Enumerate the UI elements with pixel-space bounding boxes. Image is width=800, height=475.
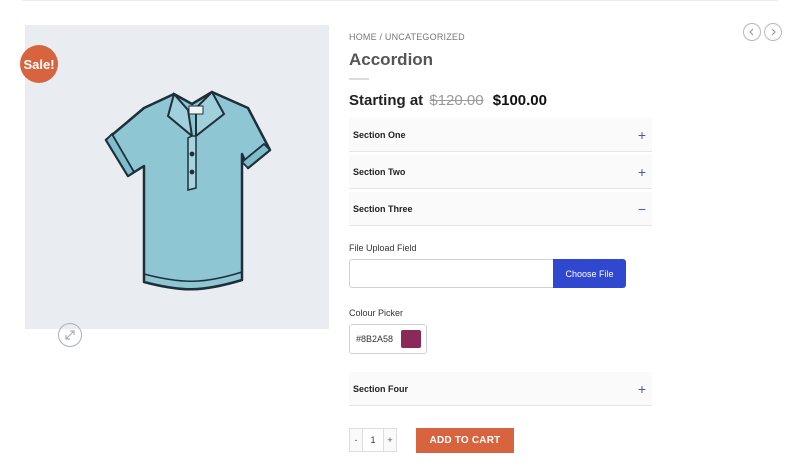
- quantity-stepper[interactable]: - 1 +: [349, 428, 397, 452]
- accordion-section-one[interactable]: Section One +: [349, 118, 652, 152]
- plus-icon: +: [637, 380, 646, 397]
- colour-picker[interactable]: #8B2A58: [349, 324, 427, 354]
- quantity-input[interactable]: 1: [362, 429, 384, 451]
- minus-icon: −: [637, 200, 646, 217]
- choose-file-button[interactable]: Choose File: [553, 259, 626, 288]
- colour-swatch[interactable]: [401, 330, 422, 348]
- accordion-section-three[interactable]: Section Three −: [349, 192, 652, 226]
- quantity-minus-button[interactable]: -: [350, 429, 362, 451]
- plus-icon: +: [637, 126, 646, 143]
- file-upload-label: File Upload Field: [349, 243, 417, 253]
- next-product-button[interactable]: [764, 23, 782, 41]
- accordion-label: Section One: [353, 129, 406, 140]
- colour-hex-value: #8B2A58: [356, 334, 394, 344]
- add-to-cart-button[interactable]: ADD TO CART: [416, 428, 514, 453]
- accordion-label: Section Four: [353, 383, 409, 394]
- top-divider: [22, 0, 778, 1]
- sale-badge: Sale!: [20, 45, 58, 83]
- product-title: Accordion: [349, 50, 434, 69]
- file-upload-field[interactable]: [349, 259, 554, 288]
- accordion-label: Section Two: [353, 166, 406, 177]
- plus-icon: +: [637, 163, 646, 180]
- sale-price: $100.00: [492, 92, 547, 109]
- chevron-right-icon: [771, 28, 776, 36]
- accordion-label: Section Three: [353, 203, 413, 214]
- quantity-plus-button[interactable]: +: [384, 429, 396, 451]
- zoom-button[interactable]: [58, 323, 82, 347]
- previous-product-button[interactable]: [743, 23, 761, 41]
- product-price: Starting at $120.00 $100.00: [349, 92, 547, 109]
- breadcrumb[interactable]: HOME / UNCATEGORIZED: [349, 32, 465, 42]
- title-divider: [349, 78, 369, 80]
- expand-icon: [65, 330, 75, 340]
- accordion-section-four[interactable]: Section Four +: [349, 372, 652, 406]
- old-price: $120.00: [429, 92, 484, 109]
- colour-picker-label: Colour Picker: [349, 308, 404, 318]
- accordion-section-two[interactable]: Section Two +: [349, 155, 652, 189]
- polo-shirt-image: [104, 90, 272, 291]
- chevron-left-icon: [749, 28, 754, 36]
- product-image[interactable]: [25, 25, 329, 347]
- price-prefix: Starting at: [349, 92, 424, 109]
